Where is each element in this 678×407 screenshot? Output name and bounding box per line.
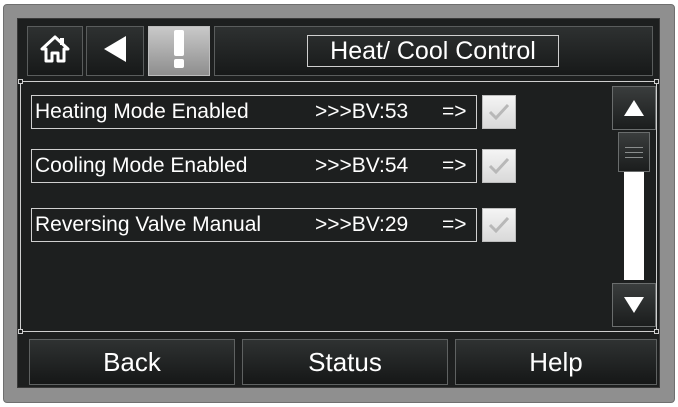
list-item: Cooling Mode Enabled >>>BV:54 => (31, 149, 531, 183)
title-bar: Heat/ Cool Control (214, 26, 653, 76)
alarm-button[interactable] (148, 26, 210, 76)
list-item: Heating Mode Enabled >>>BV:53 => (31, 95, 531, 129)
heating-mode-checkbox[interactable] (482, 95, 516, 129)
grip-line (625, 152, 643, 153)
home-icon (40, 35, 70, 68)
point-label-box: Cooling Mode Enabled >>>BV:54 => (31, 149, 477, 183)
scrollbar-thumb[interactable] (618, 132, 650, 172)
panel-corner (654, 329, 659, 334)
point-arrow: => (442, 213, 467, 236)
point-arrow: => (442, 100, 467, 123)
point-arrow: => (442, 154, 467, 177)
list-item: Reversing Valve Manual >>>BV:29 => (31, 208, 531, 242)
back-arrow-icon (102, 34, 128, 69)
back-nav-button[interactable] (86, 26, 144, 76)
back-button[interactable]: Back (29, 339, 235, 385)
cooling-mode-checkbox[interactable] (482, 149, 516, 183)
point-reference: >>>BV:29 (315, 213, 409, 236)
help-button[interactable]: Help (455, 339, 657, 385)
status-button[interactable]: Status (242, 339, 448, 385)
page-title: Heat/ Cool Control (307, 35, 559, 67)
panel-corner (18, 329, 23, 334)
point-reference: >>>BV:54 (315, 154, 409, 177)
point-label: Heating Mode Enabled (35, 100, 249, 123)
points-panel: Heating Mode Enabled >>>BV:53 => Cooling… (18, 79, 659, 334)
touch-screen: Heat/ Cool Control Heating Mode Enabled … (17, 18, 660, 388)
home-button[interactable] (27, 26, 83, 76)
scroll-down-button[interactable] (612, 283, 656, 327)
scroll-down-icon (624, 297, 644, 313)
grip-line (625, 147, 643, 148)
point-label-box: Heating Mode Enabled >>>BV:53 => (31, 95, 477, 129)
point-reference: >>>BV:53 (315, 100, 409, 123)
check-icon (488, 216, 510, 234)
panel-corner (654, 79, 659, 84)
point-label: Cooling Mode Enabled (35, 154, 248, 177)
check-icon (488, 103, 510, 121)
reversing-valve-checkbox[interactable] (482, 208, 516, 242)
point-label-box: Reversing Valve Manual >>>BV:29 => (31, 208, 477, 242)
grip-line (625, 157, 643, 158)
scroll-up-button[interactable] (612, 86, 656, 130)
scroll-up-icon (624, 100, 644, 116)
check-icon (488, 157, 510, 175)
point-label: Reversing Valve Manual (35, 213, 262, 236)
alert-exclamation-icon (172, 29, 186, 73)
panel-corner (18, 79, 23, 84)
top-bar: Heat/ Cool Control (18, 19, 659, 81)
